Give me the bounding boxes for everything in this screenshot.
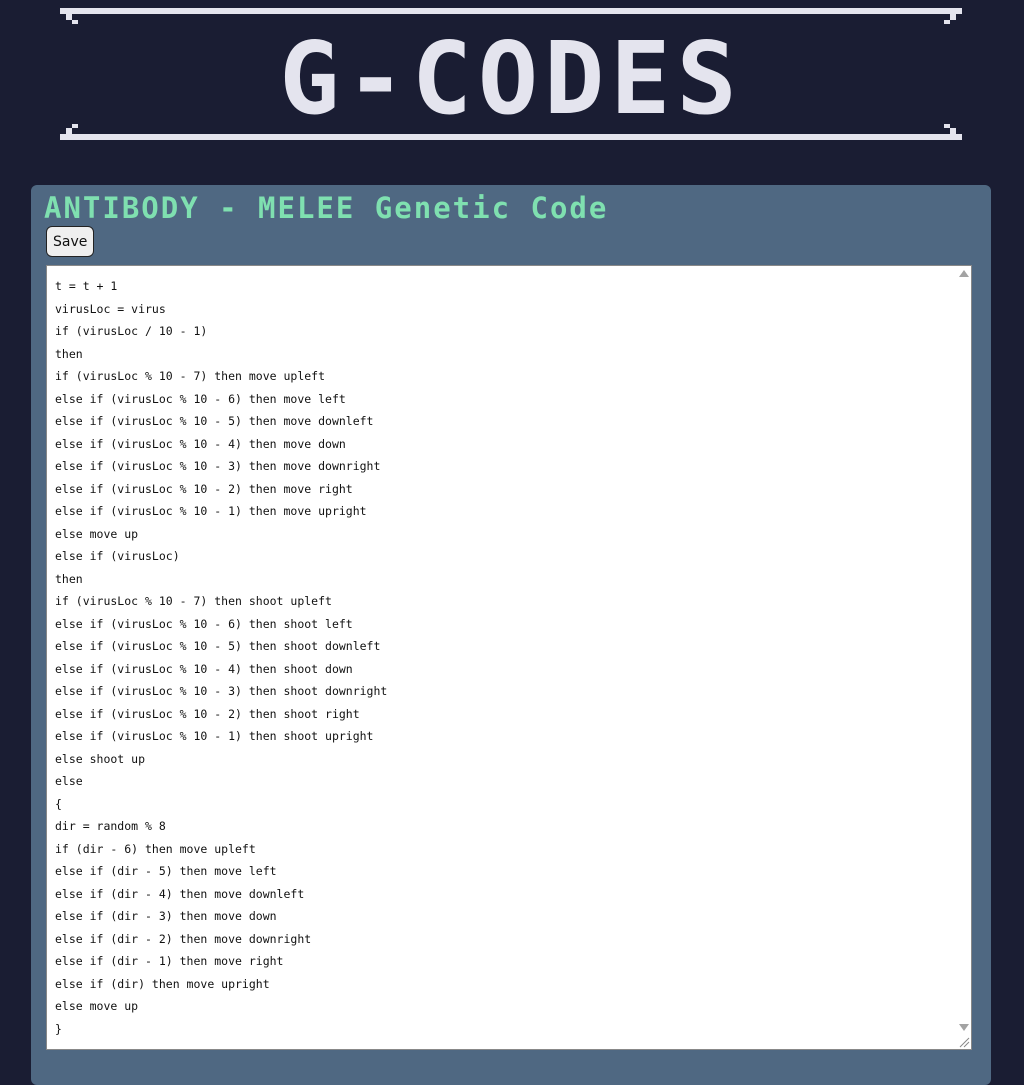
genetic-code-panel: ANTIBODY - MELEE Genetic Code Save t = t… [31,185,991,1085]
save-button[interactable]: Save [46,226,95,257]
code-editor[interactable]: t = t + 1 virusLoc = virus if (virusLoc … [46,265,972,1050]
scroll-down-arrow-icon[interactable] [959,1024,969,1031]
editor-scrollbar[interactable] [956,266,971,1049]
scroll-up-arrow-icon[interactable] [959,270,969,277]
code-text[interactable]: t = t + 1 virusLoc = virus if (virusLoc … [55,275,387,1040]
page-title: ANTIBODY - MELEE Genetic Code [44,191,609,225]
resize-grip-icon[interactable] [958,1036,970,1048]
site-header: G-CODES [60,6,962,142]
site-logo: G-CODES [279,20,743,137]
